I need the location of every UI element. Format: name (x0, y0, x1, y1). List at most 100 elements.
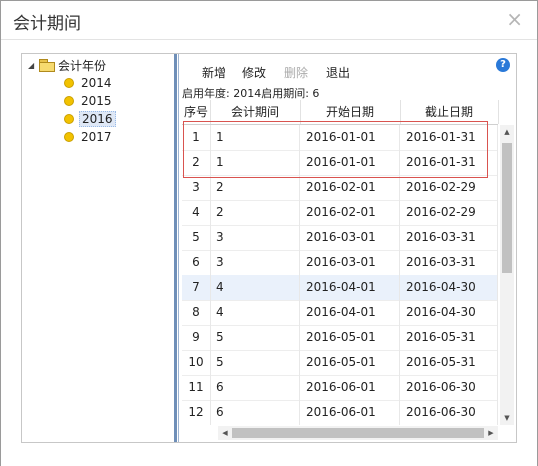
content-frame: ◢ 会计年份 2014 2015 2016 2017 新增 修改 删除 退出 ?… (21, 53, 517, 443)
vertical-scroll-thumb[interactable] (502, 143, 512, 273)
cell-period: 4 (210, 300, 300, 325)
help-icon[interactable]: ? (496, 58, 510, 72)
vertical-scrollbar[interactable]: ▲ ▼ (500, 125, 514, 425)
cell-period: 5 (210, 350, 300, 375)
node-dot-icon (64, 78, 74, 88)
cell-end-date: 2016-02-29 (400, 200, 498, 225)
cell-start-date: 2016-06-01 (300, 400, 400, 425)
cell-period: 2 (210, 200, 300, 225)
cell-seq: 8 (182, 300, 211, 325)
table-row[interactable]: 6 3 2016-03-01 2016-03-31 (182, 250, 498, 276)
node-dot-icon (64, 114, 74, 124)
cell-end-date: 2016-06-30 (400, 375, 498, 400)
cell-seq: 12 (182, 400, 211, 425)
cell-seq: 5 (182, 225, 211, 250)
table-row[interactable]: 11 6 2016-06-01 2016-06-30 (182, 375, 498, 401)
cell-seq: 1 (182, 125, 211, 150)
start-period-info: 启用年度: 2014启用期间: 6 (182, 87, 320, 100)
tree-item-label: 2016 (79, 111, 116, 127)
cell-period: 3 (210, 225, 300, 250)
cell-start-date: 2016-01-01 (300, 150, 400, 175)
table-row[interactable]: 2 1 2016-01-01 2016-01-31 (182, 150, 498, 176)
cell-seq: 7 (182, 275, 211, 300)
cell-start-date: 2016-04-01 (300, 275, 400, 300)
column-header-seq[interactable]: 序号 (182, 100, 211, 124)
cell-period: 6 (210, 400, 300, 425)
cell-start-date: 2016-02-01 (300, 200, 400, 225)
panel-splitter[interactable] (174, 54, 177, 442)
cell-end-date: 2016-02-29 (400, 175, 498, 200)
tree-item-label: 2014 (81, 76, 112, 90)
folder-icon (39, 59, 55, 72)
scroll-right-icon[interactable]: ▶ (484, 426, 498, 440)
cell-period: 5 (210, 325, 300, 350)
cell-end-date: 2016-04-30 (400, 275, 498, 300)
dialog-title: 会计期间 (13, 14, 81, 34)
table-row[interactable]: 12 6 2016-06-01 2016-06-30 (182, 400, 498, 425)
horizontal-scrollbar[interactable]: ◀ ▶ (218, 426, 498, 440)
cell-seq: 6 (182, 250, 211, 275)
expand-arrow-icon[interactable]: ◢ (28, 61, 38, 70)
cell-end-date: 2016-01-31 (400, 150, 498, 175)
table-row[interactable]: 7 4 2016-04-01 2016-04-30 (182, 275, 498, 301)
tree-item-2017[interactable]: 2017 (64, 128, 114, 146)
column-header-period[interactable]: 会计期间 (210, 100, 301, 124)
accounting-period-dialog: 会计期间 × ◢ 会计年份 2014 2015 2016 2017 新增 修改 … (0, 0, 538, 466)
cell-start-date: 2016-05-01 (300, 350, 400, 375)
tree-item-2016[interactable]: 2016 (64, 110, 116, 128)
table-row[interactable]: 5 3 2016-03-01 2016-03-31 (182, 225, 498, 251)
close-icon[interactable]: × (506, 7, 523, 31)
cell-seq: 10 (182, 350, 211, 375)
column-header-end-date[interactable]: 截止日期 (400, 100, 499, 124)
cell-seq: 4 (182, 200, 211, 225)
scroll-down-icon[interactable]: ▼ (500, 411, 514, 425)
cell-period: 4 (210, 275, 300, 300)
table-row[interactable]: 9 5 2016-05-01 2016-05-31 (182, 325, 498, 351)
table-row[interactable]: 1 1 2016-01-01 2016-01-31 (182, 125, 498, 151)
table-row[interactable]: 8 4 2016-04-01 2016-04-30 (182, 300, 498, 326)
cell-seq: 11 (182, 375, 211, 400)
tree-root-node[interactable]: ◢ 会计年份 (28, 56, 106, 74)
cell-end-date: 2016-03-31 (400, 250, 498, 275)
cell-period: 2 (210, 175, 300, 200)
tree-item-label: 2015 (81, 94, 112, 108)
tree-item-2015[interactable]: 2015 (64, 92, 114, 110)
table-row[interactable]: 10 5 2016-05-01 2016-05-31 (182, 350, 498, 376)
year-tree: ◢ 会计年份 2014 2015 2016 2017 (22, 54, 172, 442)
cell-end-date: 2016-03-31 (400, 225, 498, 250)
horizontal-scroll-thumb[interactable] (232, 428, 484, 438)
cell-end-date: 2016-01-31 (400, 125, 498, 150)
table-row[interactable]: 4 2 2016-02-01 2016-02-29 (182, 200, 498, 226)
cell-start-date: 2016-04-01 (300, 300, 400, 325)
add-button[interactable]: 新增 (202, 64, 226, 81)
cell-start-date: 2016-01-01 (300, 125, 400, 150)
dialog-titlebar: 会计期间 × (1, 1, 537, 39)
node-dot-icon (64, 132, 74, 142)
period-panel: 新增 修改 删除 退出 ? 启用年度: 2014启用期间: 6 序号 会计期间 … (180, 54, 516, 442)
dialog-body: ◢ 会计年份 2014 2015 2016 2017 新增 修改 删除 退出 ?… (1, 39, 537, 466)
tree-item-2014[interactable]: 2014 (64, 74, 114, 92)
column-header-start-date[interactable]: 开始日期 (300, 100, 401, 124)
tree-root-label: 会计年份 (58, 58, 107, 73)
cell-period: 6 (210, 375, 300, 400)
cell-start-date: 2016-05-01 (300, 325, 400, 350)
cell-start-date: 2016-03-01 (300, 250, 400, 275)
delete-button[interactable]: 删除 (284, 64, 308, 81)
edit-button[interactable]: 修改 (242, 64, 266, 81)
cell-start-date: 2016-03-01 (300, 225, 400, 250)
scroll-left-icon[interactable]: ◀ (218, 426, 232, 440)
panel-splitter-line (178, 54, 179, 442)
cell-period: 1 (210, 125, 300, 150)
toolbar: 新增 修改 删除 退出 ? (180, 54, 516, 82)
exit-button[interactable]: 退出 (326, 64, 350, 81)
grid-header: 序号 会计期间 开始日期 截止日期 (182, 100, 499, 125)
cell-start-date: 2016-02-01 (300, 175, 400, 200)
cell-period: 1 (210, 150, 300, 175)
tree-item-label: 2017 (81, 130, 112, 144)
cell-seq: 2 (182, 150, 211, 175)
table-row[interactable]: 3 2 2016-02-01 2016-02-29 (182, 175, 498, 201)
cell-end-date: 2016-04-30 (400, 300, 498, 325)
cell-seq: 9 (182, 325, 211, 350)
node-dot-icon (64, 96, 74, 106)
scroll-up-icon[interactable]: ▲ (500, 125, 514, 139)
